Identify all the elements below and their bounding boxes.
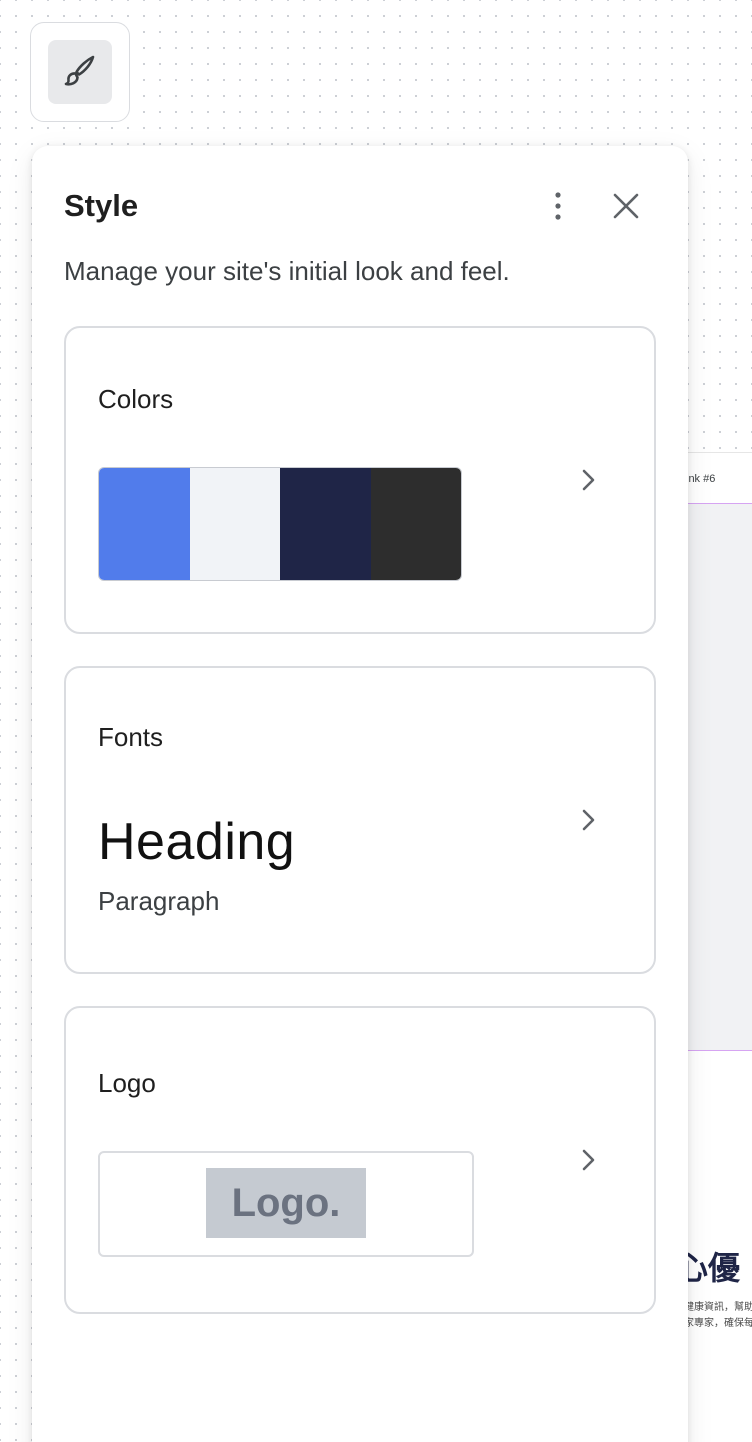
style-tool-button-active-bg <box>48 40 112 104</box>
paintbrush-icon <box>60 50 100 95</box>
canvas-nav-link: ink #6 <box>686 473 716 485</box>
chevron-right-icon <box>572 804 604 836</box>
color-swatch-text <box>370 468 461 580</box>
more-options-button[interactable] <box>538 188 578 228</box>
color-palette <box>98 467 462 581</box>
color-swatch-light <box>189 468 280 580</box>
fonts-card-label: Fonts <box>98 722 164 752</box>
paragraph-font-sample: Paragraph <box>98 886 220 916</box>
color-swatch-primary <box>99 468 190 580</box>
close-button[interactable] <box>606 188 646 228</box>
more-vertical-icon <box>554 190 562 227</box>
colors-card-label: Colors <box>98 384 174 414</box>
logo-card-label: Logo <box>98 1068 156 1098</box>
canvas-body-line-1: 健康資訊，幫助 <box>684 1302 752 1313</box>
heading-font-sample: Heading <box>98 813 296 871</box>
chevron-right-icon <box>572 464 604 496</box>
logo-card[interactable]: Logo Logo. <box>64 1006 656 1314</box>
panel-subtitle: Manage your site's initial look and feel… <box>64 256 510 286</box>
logo-placeholder: Logo. <box>206 1168 366 1238</box>
fonts-card[interactable]: Fonts Heading Paragraph <box>64 666 656 974</box>
logo-preview-frame: Logo. <box>98 1151 474 1257</box>
close-icon <box>613 193 639 224</box>
chevron-right-icon <box>572 1144 604 1176</box>
color-swatch-dark <box>280 468 371 580</box>
style-tool-button[interactable] <box>30 22 130 122</box>
colors-card[interactable]: Colors <box>64 326 656 634</box>
canvas-body-line-2: 家專家，確保每 <box>684 1318 752 1329</box>
style-panel: Style Manage your site's initial look an… <box>32 146 688 1442</box>
panel-title: Style <box>64 188 139 223</box>
